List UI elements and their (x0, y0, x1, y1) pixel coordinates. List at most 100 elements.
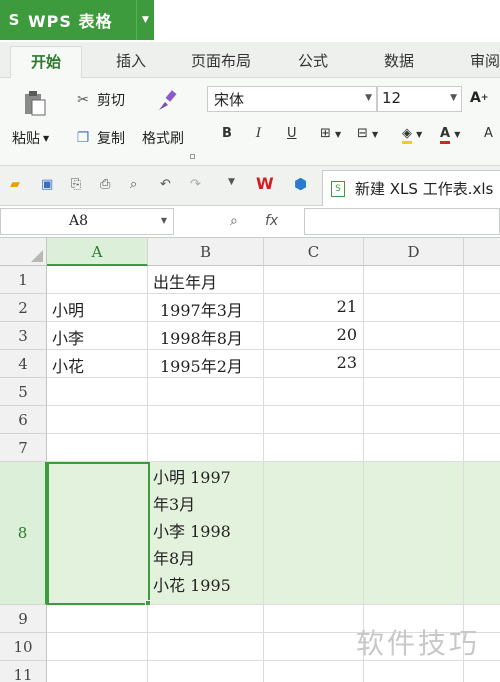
cell-e2[interactable] (464, 294, 500, 322)
cell-d11[interactable] (364, 661, 464, 682)
document-tab[interactable]: S 新建 XLS 工作表.xls (322, 170, 500, 206)
row-header-3[interactable]: 3 (0, 322, 47, 350)
cell-e6[interactable] (464, 406, 500, 434)
column-header-c[interactable]: C (264, 238, 364, 266)
cell-a10[interactable] (47, 633, 148, 661)
cell-c5[interactable] (264, 378, 364, 406)
copy-button[interactable]: ❐ 复制 (73, 128, 125, 148)
cell-a7[interactable] (47, 434, 148, 462)
cell-e3[interactable] (464, 322, 500, 350)
wps-app-menu-button[interactable]: S WPS 表格 (0, 0, 136, 40)
cell-a9[interactable] (47, 605, 148, 633)
font-color-icon[interactable]: A ▼ (440, 126, 460, 144)
increase-font-icon[interactable]: A + (470, 90, 488, 106)
insert-function-icon[interactable]: fx (265, 213, 278, 229)
active-cell-a8[interactable] (47, 462, 150, 605)
cell-e11[interactable] (464, 661, 500, 682)
row-header-4[interactable]: 4 (0, 350, 47, 378)
export-pdf-icon[interactable]: ⎘ (71, 177, 81, 192)
cell-a6[interactable] (47, 406, 148, 434)
formula-input[interactable] (304, 208, 500, 235)
format-painter-button[interactable]: 格式刷 (142, 128, 184, 148)
open-folder-icon[interactable]: ▰ (10, 177, 20, 192)
cell-b7[interactable] (148, 434, 264, 462)
name-box[interactable]: A8 ▼ (0, 208, 174, 235)
row-header-9[interactable]: 9 (0, 605, 47, 633)
cell-d8[interactable] (364, 462, 464, 605)
row-header-6[interactable]: 6 (0, 406, 47, 434)
row-header-1[interactable]: 1 (0, 266, 47, 294)
bold-icon[interactable]: B (222, 126, 232, 141)
cell-b5[interactable] (148, 378, 264, 406)
clipboard-launcher-icon[interactable] (190, 154, 195, 159)
cell-d3[interactable] (364, 322, 464, 350)
row-header-2[interactable]: 2 (0, 294, 47, 322)
cell-c9[interactable] (264, 605, 364, 633)
select-all-corner[interactable] (0, 238, 47, 266)
font-name-select[interactable]: 宋体 ▼ (207, 86, 377, 112)
cell-a3[interactable]: 小李 (47, 322, 148, 350)
merge-cells-icon[interactable]: ⊟ ▼ (357, 126, 378, 141)
wps-w-icon[interactable]: W (256, 174, 274, 193)
app-menu-dropdown-icon[interactable]: ▼ (136, 0, 154, 40)
cell-c3[interactable]: 20 (264, 322, 364, 350)
cell-a11[interactable] (47, 661, 148, 682)
font-size-select[interactable]: 12 ▼ (377, 86, 462, 112)
paste-icon[interactable] (22, 90, 48, 116)
tab-page-layout[interactable]: 页面布局 (191, 50, 251, 71)
cell-d4[interactable] (364, 350, 464, 378)
cell-d6[interactable] (364, 406, 464, 434)
cell-e8[interactable] (464, 462, 500, 605)
cell-d7[interactable] (364, 434, 464, 462)
save-icon[interactable]: ▣ (41, 177, 53, 192)
cell-e7[interactable] (464, 434, 500, 462)
borders-icon[interactable]: ⊞ ▼ (320, 126, 341, 141)
cell-a5[interactable] (47, 378, 148, 406)
cell-e5[interactable] (464, 378, 500, 406)
cell-c7[interactable] (264, 434, 364, 462)
row-header-8[interactable]: 8 (0, 462, 47, 605)
column-header-d[interactable]: D (364, 238, 464, 266)
tab-formulas[interactable]: 公式 (298, 50, 328, 71)
cell-d5[interactable] (364, 378, 464, 406)
print-preview-icon[interactable]: ⌕ (130, 177, 137, 192)
cell-d1[interactable] (364, 266, 464, 294)
row-header-5[interactable]: 5 (0, 378, 47, 406)
undo-icon[interactable]: ↶ (160, 177, 171, 192)
cut-button[interactable]: ✂ 剪切 (73, 90, 125, 110)
cell-b9[interactable] (148, 605, 264, 633)
tab-home[interactable]: 开始 (10, 46, 83, 79)
italic-icon[interactable]: I (256, 126, 261, 141)
paste-button[interactable]: 粘贴 ▼ (12, 128, 49, 148)
clear-format-icon[interactable]: A (484, 126, 493, 141)
cell-c4[interactable]: 23 (264, 350, 364, 378)
cell-a2[interactable]: 小明 (47, 294, 148, 322)
cell-b10[interactable] (148, 633, 264, 661)
cell-b3[interactable]: 1998年8月 (148, 322, 264, 350)
customize-toolbar-icon[interactable]: ▼ (228, 177, 235, 187)
fill-color-icon[interactable]: ◈ ▼ (402, 126, 422, 144)
redo-icon[interactable]: ↷ (190, 177, 201, 192)
print-icon[interactable]: ⎙ (100, 177, 110, 192)
zoom-search-icon[interactable]: ⌕ (230, 213, 238, 229)
row-header-11[interactable]: 11 (0, 661, 47, 682)
cell-a1[interactable] (47, 266, 148, 294)
tab-insert[interactable]: 插入 (116, 50, 146, 71)
column-header-b[interactable]: B (148, 238, 264, 266)
cell-c10[interactable] (264, 633, 364, 661)
column-header-e[interactable] (464, 238, 500, 266)
cell-d2[interactable] (364, 294, 464, 322)
tab-data[interactable]: 数据 (384, 50, 414, 71)
cell-b1[interactable]: 出生年月 (148, 266, 264, 294)
cell-b11[interactable] (148, 661, 264, 682)
cell-c11[interactable] (264, 661, 364, 682)
tab-review[interactable]: 审阅 (470, 50, 500, 71)
cell-e4[interactable] (464, 350, 500, 378)
cell-a4[interactable]: 小花 (47, 350, 148, 378)
cell-c6[interactable] (264, 406, 364, 434)
cell-e1[interactable] (464, 266, 500, 294)
cell-c8[interactable] (264, 462, 364, 605)
cell-b4[interactable]: 1995年2月 (148, 350, 264, 378)
cube-icon[interactable]: ⬢ (294, 175, 307, 193)
column-header-a[interactable]: A (47, 238, 148, 266)
